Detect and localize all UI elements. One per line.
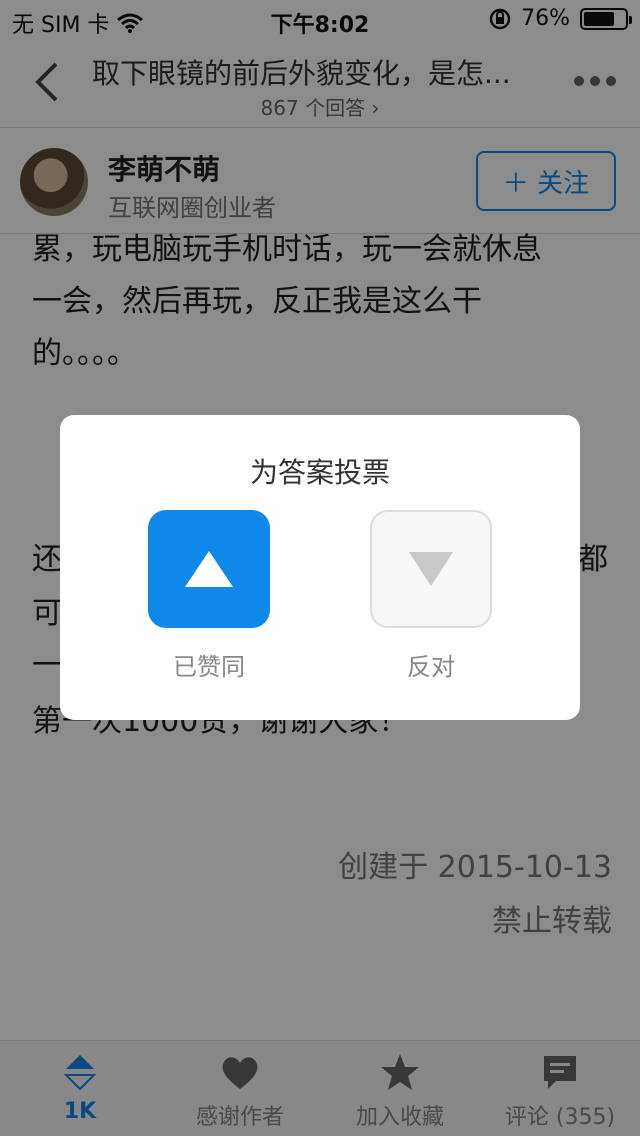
- triangle-up-icon: [185, 551, 233, 587]
- downvote-label: 反对: [407, 653, 455, 681]
- triangle-down-icon: [409, 552, 453, 586]
- upvote-label: 已赞同: [173, 653, 245, 681]
- vote-dialog: 为答案投票 已赞同 反对: [60, 415, 580, 720]
- upvote-button[interactable]: [148, 510, 270, 628]
- vote-dialog-title: 为答案投票: [249, 456, 390, 489]
- downvote-button[interactable]: [370, 510, 492, 628]
